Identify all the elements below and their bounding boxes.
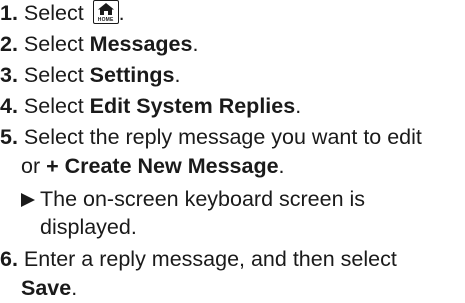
step-6: 6. Enter a reply message, and then selec…	[0, 246, 397, 272]
step-text: Select the reply message you want to edi…	[23, 125, 422, 149]
step-text: Select	[23, 32, 90, 56]
step-bold-term: Settings	[89, 63, 175, 87]
home-icon-label: HOME	[97, 17, 114, 23]
step-suffix: .	[118, 1, 125, 25]
step-number: 6.	[0, 247, 18, 271]
step-5-note: The on-screen keyboard screen is	[21, 186, 365, 212]
home-icon: HOME	[92, 0, 119, 24]
step-6-continuation: Save.	[21, 275, 77, 301]
step-2: 2. Select Messages.	[0, 31, 198, 57]
step-5: 5. Select the reply message you want to …	[0, 124, 422, 150]
note-text: The on-screen keyboard screen is	[40, 187, 366, 211]
step-text: Enter a reply message, and then select	[23, 247, 397, 271]
step-number: 3.	[0, 63, 18, 87]
step-number: 5.	[0, 125, 18, 149]
step-number: 1.	[0, 1, 18, 25]
step-1: 1. Select HOME .	[0, 0, 125, 26]
step-text: Select	[23, 94, 90, 118]
step-suffix: .	[295, 94, 302, 118]
step-bold-term: + Create New Message	[46, 154, 279, 178]
step-text: Select	[23, 63, 90, 87]
step-4: 4. Select Edit System Replies.	[0, 93, 301, 119]
step-bold-term: Edit System Replies	[89, 94, 296, 118]
step-text: or	[21, 154, 47, 178]
step-bold-term: Save	[21, 276, 72, 300]
step-5-continuation: or + Create New Message.	[21, 153, 285, 179]
step-5-note-continuation: displayed.	[40, 214, 137, 240]
step-suffix: .	[71, 276, 78, 300]
step-suffix: .	[278, 154, 285, 178]
step-number: 4.	[0, 94, 18, 118]
step-bold-term: Messages	[89, 32, 193, 56]
arrow-right-icon	[21, 193, 35, 207]
step-text: Select	[23, 1, 84, 25]
note-text: displayed.	[40, 215, 137, 239]
step-suffix: .	[192, 32, 199, 56]
step-number: 2.	[0, 32, 18, 56]
step-3: 3. Select Settings.	[0, 62, 180, 88]
step-suffix: .	[174, 63, 181, 87]
